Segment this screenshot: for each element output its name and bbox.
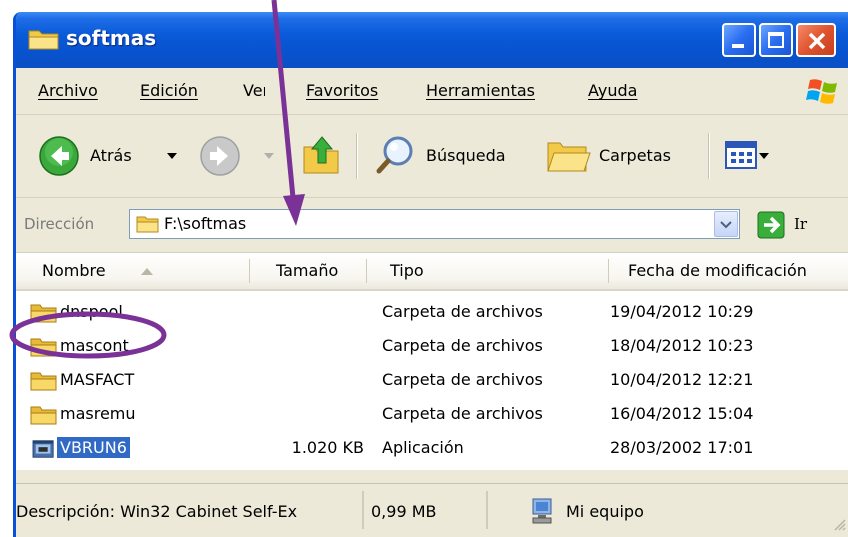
file-type: Aplicación — [382, 438, 464, 457]
file-type: Carpeta de archivos — [382, 404, 543, 423]
sort-ascending-icon — [141, 268, 153, 275]
status-description: Descripción: Win32 Cabinet Self-Ex — [16, 502, 298, 521]
minimize-button[interactable] — [722, 23, 756, 57]
column-divider[interactable] — [366, 259, 367, 283]
column-header-type[interactable]: Tipo — [390, 253, 424, 289]
list-item[interactable]: masremu Carpeta de archivos 16/04/2012 1… — [16, 399, 848, 433]
toolbar-separator — [708, 133, 710, 179]
menu-edicion[interactable]: Edición — [140, 81, 198, 100]
close-button[interactable] — [796, 23, 836, 57]
folder-icon — [28, 30, 59, 50]
address-bar: Dirección F:\softmas Ir — [16, 198, 848, 253]
file-name[interactable]: masremu — [60, 404, 136, 423]
address-input[interactable]: F:\softmas — [129, 209, 740, 239]
toolbar: Atrás Búsqueda Carpetas — [16, 115, 848, 198]
resize-grip-icon[interactable] — [831, 516, 847, 532]
maximize-button[interactable] — [759, 23, 793, 57]
explorer-window: softmas Archivo Edición Ver Favoritos He… — [13, 12, 848, 537]
folders-label[interactable]: Carpetas — [599, 146, 671, 165]
chevron-down-icon — [720, 221, 732, 229]
list-item[interactable]: mascont Carpeta de archivos 18/04/2012 1… — [16, 331, 848, 365]
column-divider[interactable] — [249, 259, 250, 283]
file-type: Carpeta de archivos — [382, 336, 543, 355]
file-date: 18/04/2012 10:23 — [610, 336, 754, 355]
file-date: 19/04/2012 10:29 — [610, 302, 754, 321]
folder-icon — [30, 372, 57, 391]
file-size: 1.020 KB — [291, 438, 364, 457]
folder-icon — [30, 406, 57, 425]
go-arrow-icon[interactable] — [757, 211, 785, 239]
status-bar: Descripción: Win32 Cabinet Self-Ex 0,99 … — [16, 483, 848, 537]
back-label[interactable]: Atrás — [90, 146, 132, 165]
file-type: Carpeta de archivos — [382, 370, 543, 389]
menu-ver[interactable]: Ver — [243, 81, 265, 100]
status-size: 0,99 MB — [371, 502, 437, 521]
folder-icon — [30, 338, 57, 357]
computer-icon — [532, 498, 552, 524]
back-dropdown-icon[interactable] — [166, 151, 178, 161]
file-date: 16/04/2012 15:04 — [610, 404, 754, 423]
file-name[interactable]: MASFACT — [60, 370, 134, 389]
windows-logo-icon — [806, 79, 837, 104]
search-icon[interactable] — [374, 133, 418, 177]
selected-file-name[interactable]: VBRUN6 — [57, 437, 130, 458]
list-item[interactable]: dnspool Carpeta de archivos 19/04/2012 1… — [16, 297, 848, 331]
file-type: Carpeta de archivos — [382, 302, 543, 321]
column-header-date[interactable]: Fecha de modificación — [628, 253, 807, 289]
list-item[interactable]: VBRUN6 1.020 KB Aplicación 28/03/2002 17… — [16, 433, 848, 467]
column-divider[interactable] — [608, 259, 609, 283]
views-dropdown-icon[interactable] — [758, 151, 770, 161]
folders-icon[interactable] — [546, 137, 592, 175]
address-value: F:\softmas — [164, 214, 247, 233]
forward-arrow-icon[interactable] — [199, 135, 241, 177]
column-header-name[interactable]: Nombre — [42, 253, 106, 289]
file-date: 28/03/2002 17:01 — [610, 438, 754, 457]
file-name[interactable]: mascont — [60, 336, 129, 355]
folder-icon — [30, 304, 57, 323]
go-label[interactable]: Ir — [794, 215, 807, 233]
up-folder-icon[interactable] — [300, 133, 342, 177]
file-name[interactable]: dnspool — [60, 302, 123, 321]
application-icon — [32, 440, 54, 458]
title-bar[interactable]: softmas — [16, 12, 848, 68]
address-label: Dirección — [24, 215, 95, 233]
file-date: 10/04/2012 12:21 — [610, 370, 754, 389]
close-icon — [808, 32, 826, 50]
file-list: Nombre Tamaño Tipo Fecha de modificación… — [16, 253, 848, 470]
column-header-size[interactable]: Tamaño — [276, 253, 338, 289]
address-dropdown-button[interactable] — [714, 211, 738, 237]
status-location: Mi equipo — [566, 502, 644, 521]
column-headers: Nombre Tamaño Tipo Fecha de modificación — [16, 253, 848, 291]
menu-herramientas[interactable]: Herramientas — [426, 81, 535, 100]
back-arrow-icon[interactable] — [38, 135, 80, 177]
toolbar-separator — [356, 133, 358, 179]
forward-dropdown-icon[interactable] — [263, 151, 275, 161]
folder-icon — [136, 216, 159, 233]
menu-bar: Archivo Edición Ver Favoritos Herramient… — [16, 68, 848, 115]
file-name[interactable]: VBRUN6 — [57, 437, 130, 458]
list-item[interactable]: MASFACT Carpeta de archivos 10/04/2012 1… — [16, 365, 848, 399]
menu-ayuda[interactable]: Ayuda — [588, 81, 637, 100]
search-label[interactable]: Búsqueda — [426, 146, 506, 165]
views-icon[interactable] — [724, 139, 758, 171]
window-title: softmas — [66, 26, 157, 50]
menu-favoritos[interactable]: Favoritos — [306, 81, 378, 100]
menu-archivo[interactable]: Archivo — [38, 81, 98, 100]
